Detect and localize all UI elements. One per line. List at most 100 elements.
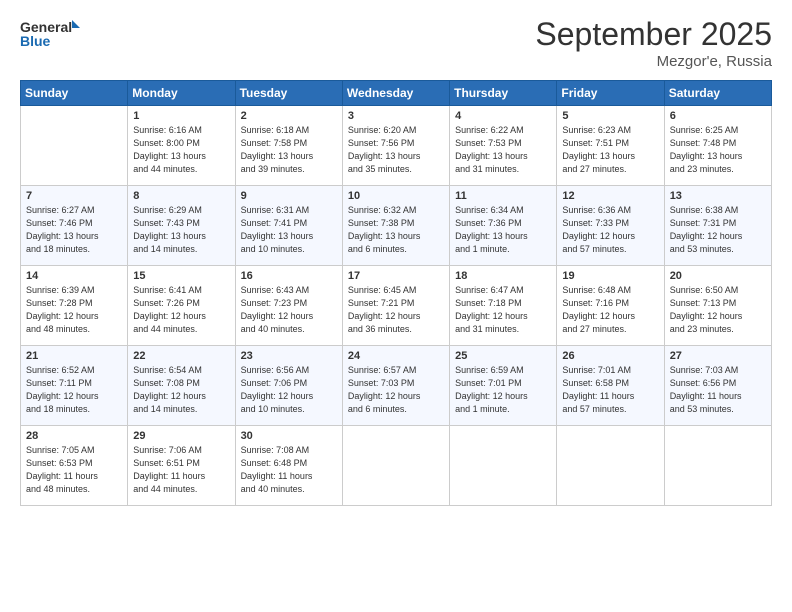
week-row-5: 28Sunrise: 7:05 AMSunset: 6:53 PMDayligh… (21, 426, 772, 506)
day-cell: 27 Sunrise: 7:03 AMSunset: 6:56 PMDayligh… (664, 346, 771, 426)
day-number: 22 (133, 350, 229, 362)
day-cell: 15 Sunrise: 6:41 AMSunset: 7:26 PMDayligh… (128, 266, 235, 346)
header: General Blue September 2025 Mezgor'e, Ru… (20, 16, 772, 70)
column-header-thursday: Thursday (450, 81, 557, 106)
day-info: Sunrise: 6:16 AMSunset: 8:00 PMDaylight:… (133, 124, 229, 176)
header-row: SundayMondayTuesdayWednesdayThursdayFrid… (21, 81, 772, 106)
day-info: Sunrise: 6:56 AMSunset: 7:06 PMDaylight:… (241, 364, 337, 416)
day-cell: 11 Sunrise: 6:34 AMSunset: 7:36 PMDayligh… (450, 186, 557, 266)
day-cell: 9 Sunrise: 6:31 AMSunset: 7:41 PMDaylight… (235, 186, 342, 266)
day-number: 3 (348, 110, 444, 122)
column-header-sunday: Sunday (21, 81, 128, 106)
day-number: 10 (348, 190, 444, 202)
day-number: 19 (562, 270, 658, 282)
day-info: Sunrise: 6:29 AMSunset: 7:43 PMDaylight:… (133, 204, 229, 256)
location: Mezgor'e, Russia (535, 53, 772, 70)
day-info: Sunrise: 7:06 AMSunset: 6:51 PMDaylight:… (133, 444, 229, 496)
day-info: Sunrise: 7:08 AMSunset: 6:48 PMDaylight:… (241, 444, 337, 496)
day-number: 28 (26, 430, 122, 442)
day-info: Sunrise: 6:25 AMSunset: 7:48 PMDaylight:… (670, 124, 766, 176)
day-info: Sunrise: 6:32 AMSunset: 7:38 PMDaylight:… (348, 204, 444, 256)
day-cell (342, 426, 449, 506)
day-cell: 13 Sunrise: 6:38 AMSunset: 7:31 PMDayligh… (664, 186, 771, 266)
day-number: 16 (241, 270, 337, 282)
day-cell (21, 106, 128, 186)
day-number: 12 (562, 190, 658, 202)
day-info: Sunrise: 7:01 AMSunset: 6:58 PMDaylight:… (562, 364, 658, 416)
day-cell: 23 Sunrise: 6:56 AMSunset: 7:06 PMDayligh… (235, 346, 342, 426)
day-info: Sunrise: 6:45 AMSunset: 7:21 PMDaylight:… (348, 284, 444, 336)
day-number: 11 (455, 190, 551, 202)
day-number: 17 (348, 270, 444, 282)
day-number: 30 (241, 430, 337, 442)
day-cell: 14 Sunrise: 6:39 AMSunset: 7:28 PMDayligh… (21, 266, 128, 346)
day-cell: 6 Sunrise: 6:25 AMSunset: 7:48 PMDaylight… (664, 106, 771, 186)
day-number: 1 (133, 110, 229, 122)
day-info: Sunrise: 6:23 AMSunset: 7:51 PMDaylight:… (562, 124, 658, 176)
day-info: Sunrise: 6:38 AMSunset: 7:31 PMDaylight:… (670, 204, 766, 256)
day-number: 2 (241, 110, 337, 122)
day-number: 18 (455, 270, 551, 282)
day-cell: 21Sunrise: 6:52 AMSunset: 7:11 PMDayligh… (21, 346, 128, 426)
svg-text:Blue: Blue (20, 33, 51, 49)
day-cell: 30 Sunrise: 7:08 AMSunset: 6:48 PMDayligh… (235, 426, 342, 506)
day-cell: 8 Sunrise: 6:29 AMSunset: 7:43 PMDaylight… (128, 186, 235, 266)
day-number: 27 (670, 350, 766, 362)
day-cell (557, 426, 664, 506)
day-info: Sunrise: 6:54 AMSunset: 7:08 PMDaylight:… (133, 364, 229, 416)
day-info: Sunrise: 6:27 AMSunset: 7:46 PMDaylight:… (26, 204, 122, 256)
column-header-saturday: Saturday (664, 81, 771, 106)
week-row-4: 21Sunrise: 6:52 AMSunset: 7:11 PMDayligh… (21, 346, 772, 426)
day-cell: 1 Sunrise: 6:16 AMSunset: 8:00 PMDaylight… (128, 106, 235, 186)
day-info: Sunrise: 6:48 AMSunset: 7:16 PMDaylight:… (562, 284, 658, 336)
day-number: 25 (455, 350, 551, 362)
day-number: 15 (133, 270, 229, 282)
day-cell: 10 Sunrise: 6:32 AMSunset: 7:38 PMDayligh… (342, 186, 449, 266)
day-cell: 3Sunrise: 6:20 AMSunset: 7:56 PMDaylight… (342, 106, 449, 186)
day-cell: 29Sunrise: 7:06 AMSunset: 6:51 PMDayligh… (128, 426, 235, 506)
day-info: Sunrise: 6:31 AMSunset: 7:41 PMDaylight:… (241, 204, 337, 256)
day-number: 8 (133, 190, 229, 202)
day-info: Sunrise: 6:34 AMSunset: 7:36 PMDaylight:… (455, 204, 551, 256)
day-number: 5 (562, 110, 658, 122)
day-number: 14 (26, 270, 122, 282)
day-info: Sunrise: 6:22 AMSunset: 7:53 PMDaylight:… (455, 124, 551, 176)
day-number: 13 (670, 190, 766, 202)
title-block: September 2025 Mezgor'e, Russia (535, 16, 772, 70)
day-info: Sunrise: 7:03 AMSunset: 6:56 PMDaylight:… (670, 364, 766, 416)
month-title: September 2025 (535, 16, 772, 53)
day-cell: 18 Sunrise: 6:47 AMSunset: 7:18 PMDayligh… (450, 266, 557, 346)
day-cell (450, 426, 557, 506)
week-row-2: 7Sunrise: 6:27 AMSunset: 7:46 PMDaylight… (21, 186, 772, 266)
day-info: Sunrise: 6:52 AMSunset: 7:11 PMDaylight:… (26, 364, 122, 416)
day-number: 26 (562, 350, 658, 362)
day-cell: 25 Sunrise: 6:59 AMSunset: 7:01 PMDayligh… (450, 346, 557, 426)
day-number: 23 (241, 350, 337, 362)
day-cell: 2 Sunrise: 6:18 AMSunset: 7:58 PMDaylight… (235, 106, 342, 186)
day-cell (664, 426, 771, 506)
day-number: 6 (670, 110, 766, 122)
day-info: Sunrise: 6:39 AMSunset: 7:28 PMDaylight:… (26, 284, 122, 336)
day-info: Sunrise: 6:57 AMSunset: 7:03 PMDaylight:… (348, 364, 444, 416)
day-info: Sunrise: 6:18 AMSunset: 7:58 PMDaylight:… (241, 124, 337, 176)
day-cell: 5 Sunrise: 6:23 AMSunset: 7:51 PMDaylight… (557, 106, 664, 186)
day-cell: 20 Sunrise: 6:50 AMSunset: 7:13 PMDayligh… (664, 266, 771, 346)
day-info: Sunrise: 6:50 AMSunset: 7:13 PMDaylight:… (670, 284, 766, 336)
day-info: Sunrise: 6:43 AMSunset: 7:23 PMDaylight:… (241, 284, 337, 336)
day-info: Sunrise: 6:36 AMSunset: 7:33 PMDaylight:… (562, 204, 658, 256)
logo-svg: General Blue (20, 16, 80, 54)
day-info: Sunrise: 6:41 AMSunset: 7:26 PMDaylight:… (133, 284, 229, 336)
day-cell: 26 Sunrise: 7:01 AMSunset: 6:58 PMDayligh… (557, 346, 664, 426)
week-row-3: 14 Sunrise: 6:39 AMSunset: 7:28 PMDayligh… (21, 266, 772, 346)
calendar: SundayMondayTuesdayWednesdayThursdayFrid… (20, 80, 772, 506)
day-number: 20 (670, 270, 766, 282)
column-header-friday: Friday (557, 81, 664, 106)
day-cell: 16 Sunrise: 6:43 AMSunset: 7:23 PMDayligh… (235, 266, 342, 346)
column-header-wednesday: Wednesday (342, 81, 449, 106)
day-info: Sunrise: 6:59 AMSunset: 7:01 PMDaylight:… (455, 364, 551, 416)
day-cell: 28Sunrise: 7:05 AMSunset: 6:53 PMDayligh… (21, 426, 128, 506)
day-info: Sunrise: 6:47 AMSunset: 7:18 PMDaylight:… (455, 284, 551, 336)
day-cell: 4Sunrise: 6:22 AMSunset: 7:53 PMDaylight… (450, 106, 557, 186)
day-number: 24 (348, 350, 444, 362)
day-number: 9 (241, 190, 337, 202)
